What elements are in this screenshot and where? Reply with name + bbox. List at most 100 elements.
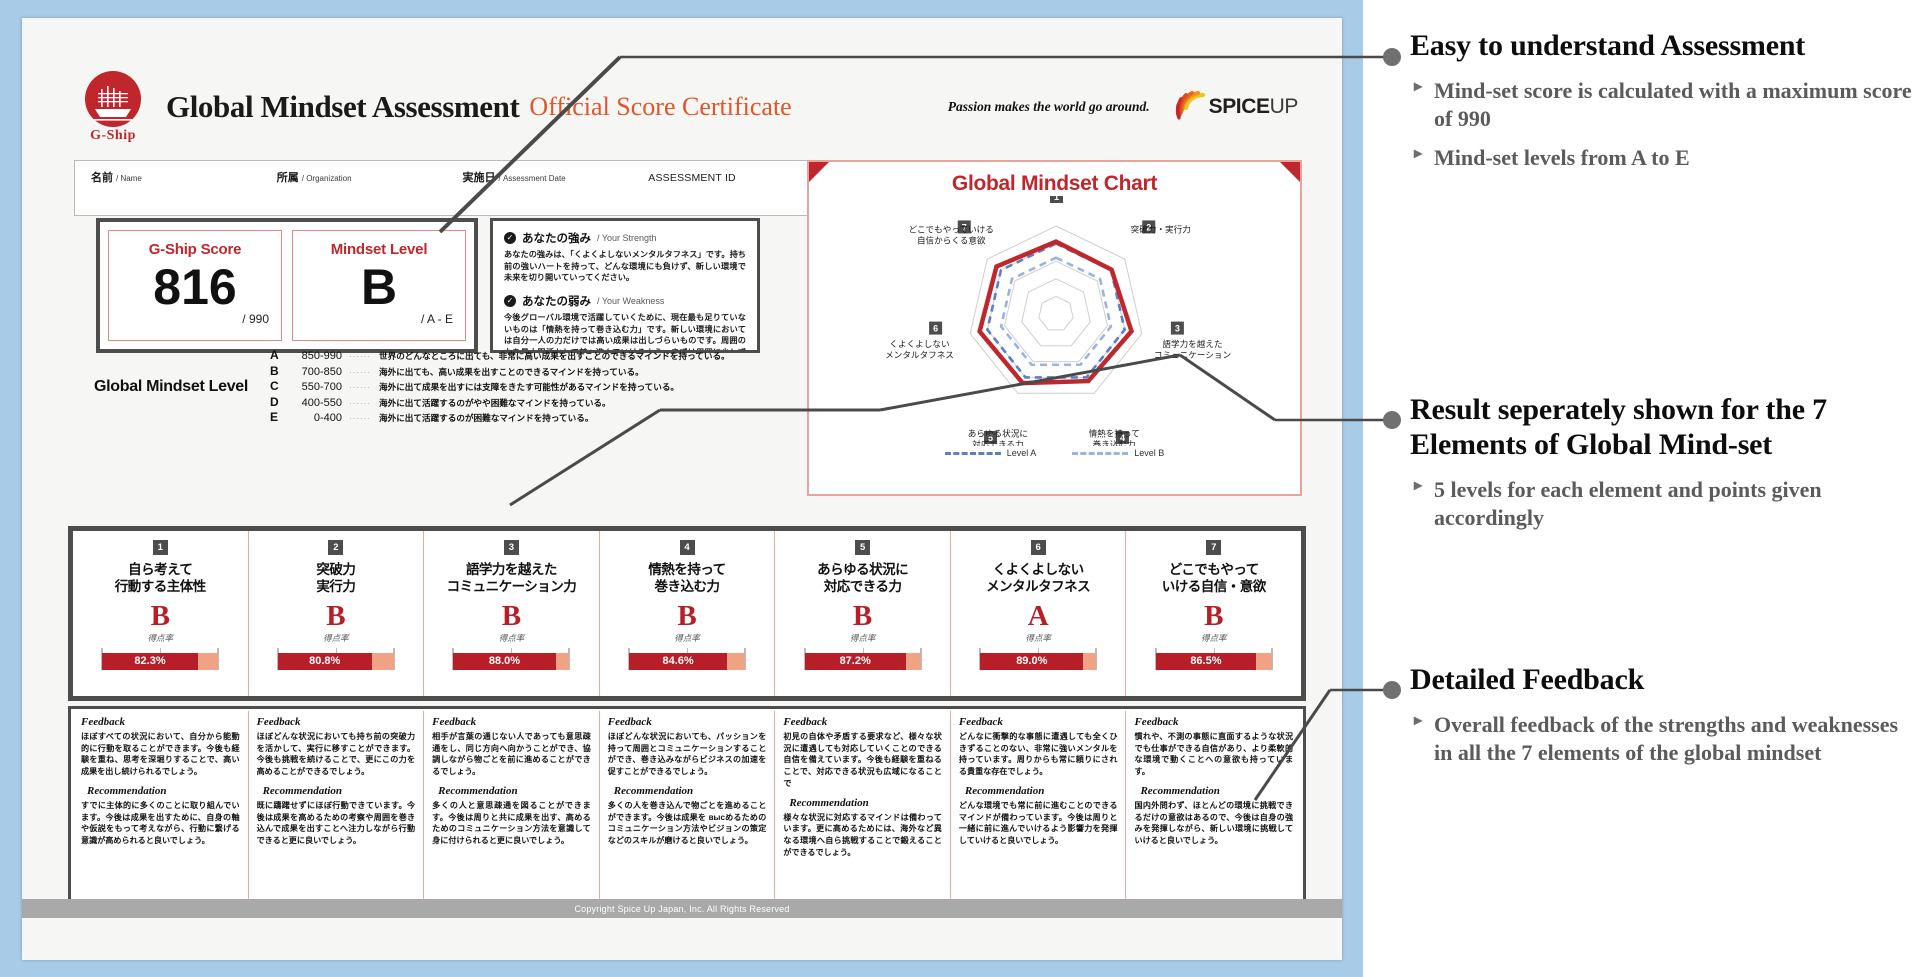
element-card: 7 どこでもやって いける自信・意欲 B 得点率 86.5% <box>1125 531 1301 696</box>
strength-weakness-block: ✓ あなたの強み / Your Strength あなたの強みは、「くよくよしな… <box>490 218 760 353</box>
recommendation-body: 多くの人と意思疎通を図ることができます。今後は周りと共に成果を出す、高めるための… <box>432 800 591 846</box>
radar-axis-4: 4情熱を持って巻き込む力 <box>1089 428 1140 446</box>
element-name: どこでもやって いける自信・意欲 <box>1161 562 1267 594</box>
element-bar-fill: 87.2% <box>804 652 906 670</box>
svg-text:1: 1 <box>1054 196 1059 202</box>
feedback-heading: Feedback <box>81 716 125 728</box>
annotation-bullet-list: Mind-set score is calculated with a maxi… <box>1410 77 1920 171</box>
corner-ornament-icon <box>1280 162 1300 182</box>
element-ratio-label: 得点率 <box>674 632 700 643</box>
global-mindset-level-legend: Global Mindset Level A 850-990 ······ 世界のどん… <box>74 348 774 426</box>
feedback-card: Feedback 初見の自体や矛盾する要求など、様々な状況に遭遇しても対応していく… <box>774 711 950 901</box>
feedback-body: ほぼすべての状況において、自分から能動的に行動を取ることができます。今後も経験を… <box>81 732 240 777</box>
spiceup-wordmark: SPICEUP <box>1208 95 1299 119</box>
gship-score-label: G-Ship Score <box>148 241 242 258</box>
element-score-bar: 87.2% <box>803 647 922 670</box>
element-card: 3 語学力を越えた コミュニケーション力 B 得点率 88.0% <box>423 531 599 696</box>
recommendation-body: 様々な状況に対応するマインドは備わっています。更に高めるためには、海外など異なる… <box>783 812 942 857</box>
element-bar-fill: 82.3% <box>102 652 198 670</box>
info-label-en: / Name <box>116 174 142 183</box>
svg-text:語学力を越えた: 語学力を越えた <box>1162 338 1222 349</box>
callout-dot <box>1383 411 1401 429</box>
element-name: 語学力を越えた コミュニケーション力 <box>446 562 577 594</box>
feedback-heading: Feedback <box>607 716 652 728</box>
element-percent: 82.3% <box>134 655 166 668</box>
level-legend-title: Global Mindset Level <box>94 378 249 395</box>
annotation-block-1: Easy to understand Assessment Mind-set sc… <box>1410 28 1920 182</box>
page-subtitle: Official Score Certificate <box>529 92 792 121</box>
element-name: 自ら考えて 行動する主体性 <box>114 562 207 594</box>
recommendation-heading: Recommendation <box>613 784 694 797</box>
element-ratio-label: 得点率 <box>147 632 174 643</box>
svg-text:コミュニケーション: コミュニケーション <box>1154 350 1231 360</box>
element-ratio-label: 得点率 <box>323 632 349 643</box>
level-dots: ······ <box>349 352 371 362</box>
info-field-name[interactable]: 名前 / Name <box>75 161 261 215</box>
gship-score-denominator: / 990 <box>242 312 269 326</box>
level-grade: C <box>270 379 279 394</box>
info-label-assessment-id: ASSESSMENT ID <box>648 172 736 184</box>
certificate-footer: Copyright Spice Up Japan, Inc. All Right… <box>22 899 1342 918</box>
slide-canvas: G-Ship Global Mindset Assessment Officia… <box>0 0 1920 977</box>
level-legend-row: A 850-990 ······ 世界のどんなところに出ても、非常に高い成果を出すこと… <box>270 348 774 364</box>
annotation-bullet: Mind-set score is calculated with a maxi… <box>1410 77 1920 132</box>
weakness-body: 今後グローバル環境で活躍していくために、現在最も足りていないものは「情熱を持って… <box>504 312 746 353</box>
gship-score-card: G-Ship Score 816 / 990 <box>108 230 282 341</box>
svg-text:突破力・実行力: 突破力・実行力 <box>1131 223 1191 234</box>
mindset-level-card: Mindset Level B / A - E <box>292 230 466 341</box>
level-description: 世界のどんなところに出ても、非常に高い成果を出すことのできるマインドを持っている… <box>379 351 730 362</box>
element-card: 2 突破力 実行力 B 得点率 80.8% <box>247 531 424 696</box>
element-number: 5 <box>855 540 871 555</box>
info-field-assessment-id[interactable]: ASSESSMENT ID <box>632 161 818 215</box>
element-cards-strip: 1 自ら考えて 行動する主体性 B 得点率 82.3% 2 突破力 実行力 B 得点率 80.8% 3 語… <box>68 526 1306 701</box>
level-description: 海外に出ても、高い成果を出すことのできるマインドを持っている。 <box>379 366 644 377</box>
svg-text:メンタルタフネス: メンタルタフネス <box>885 350 954 360</box>
mindset-level-label: Mindset Level <box>330 241 428 258</box>
strength-title-jp: あなたの強み <box>522 233 591 245</box>
info-label-jp: 実施日 <box>462 172 496 184</box>
info-field-date[interactable]: 実施日 / Assessment Date <box>447 161 633 215</box>
legend-item-level-b: Level B <box>1072 448 1164 458</box>
level-legend-row: E 0-400 ······ 海外に出て活躍するのが困難なマインドを持っている。 <box>270 410 774 426</box>
recommendation-body: 多くの人を巻き込んで物ごとを進めることができます。今後は成果を высめるための… <box>607 800 767 846</box>
element-ratio-label: 得点率 <box>1025 632 1051 643</box>
annotation-bullet-list: Overall feedback of the strengths and we… <box>1410 711 1920 766</box>
level-legend-row: B 700-850 ······ 海外に出ても、高い成果を出すことのできるマインドを持… <box>270 364 774 380</box>
recommendation-body: 国内外問わず、ほとんどの環境に挑戦できるだけの意欲はあるので、今後は自身の強みを… <box>1134 800 1294 846</box>
certificate-header: G-Ship Global Mindset Assessment Officia… <box>74 70 1304 143</box>
info-label-jp: 所属 <box>276 172 299 184</box>
annotation-bullet: 5 levels for each element and points giv… <box>1410 476 1920 531</box>
mindset-level-value: B <box>360 259 398 315</box>
element-score-bar: 84.6% <box>628 647 747 670</box>
respondent-info-row: 名前 / Name 所属 / Organization 実施日 / Assessmen… <box>74 160 819 216</box>
level-grade: D <box>270 394 279 409</box>
info-label-en: / Organization <box>301 174 352 183</box>
element-card: 4 情熱を持って 巻き込む力 B 得点率 84.6% <box>598 531 775 696</box>
strength-body: あなたの強みは、「くよくよしないメンタルタフネス」です。持ち前の強いハートを持っ… <box>504 250 746 283</box>
element-number: 4 <box>679 540 695 555</box>
strength-title-en: / Your Strength <box>597 233 657 243</box>
spiceup-swirl-icon <box>1175 90 1205 120</box>
feedback-heading: Feedback <box>432 716 477 728</box>
legend-item-level-a: Level A <box>944 448 1036 458</box>
info-field-organization[interactable]: 所属 / Organization <box>261 161 447 215</box>
element-ratio-label: 得点率 <box>849 632 876 643</box>
strength-header: ✓ あなたの強み / Your Strength <box>504 230 746 246</box>
feedback-body: 相手が言葉の通じない人であっても意思疎通をし、同じ方向へ向かうことができ、協調し… <box>432 732 591 777</box>
feedback-card: Feedback どんなに衝撃的な事態に遭遇しても全くひきずることのない、非常に強… <box>949 711 1126 901</box>
check-circle-icon: ✓ <box>504 232 516 244</box>
level-description: 海外に出て活躍するのがやや困難なマインドを持っている。 <box>379 397 611 408</box>
radar-axis-5: 5あらゆる状況に対応できる力 <box>968 428 1028 446</box>
recommendation-heading: Recommendation <box>964 784 1045 797</box>
level-description: 海外に出て成果を出すには支障をきたす可能性があるマインドを持っている。 <box>379 382 680 393</box>
level-description: 海外に出て活躍するのが困難なマインドを持っている。 <box>379 413 594 424</box>
feedback-body: どんなに衝撃的な事態に遭遇しても全くひきずることのない、非常に強いメンタルを持っ… <box>958 732 1118 777</box>
element-percent: 89.0% <box>1016 655 1048 668</box>
score-summary-block: G-Ship Score 816 / 990 Mindset Level B /… <box>96 218 478 353</box>
spiceup-word-main: SPICE <box>1208 95 1270 118</box>
element-name: あらゆる状況に 対応できる力 <box>817 562 909 594</box>
annotation-bullet: Mind-set levels from A to E <box>1410 144 1920 172</box>
radar-axis-6: 6 くよくよしないメンタルタフネス <box>885 321 954 360</box>
element-bar-fill: 80.8% <box>277 652 372 670</box>
global-mindset-chart-panel: Global Mindset Chart 1自ら考えて行動する主体性 2突破力・実… <box>807 160 1302 496</box>
